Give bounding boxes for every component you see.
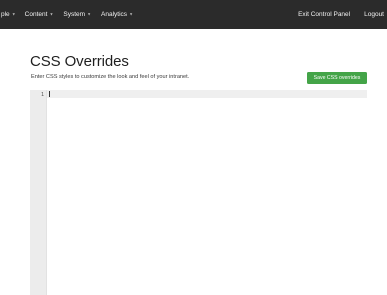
chevron-down-icon: ▼ bbox=[129, 11, 134, 17]
nav-item-label: System bbox=[63, 11, 86, 18]
page-description: Enter CSS styles to customize the look a… bbox=[31, 74, 190, 80]
page-title: CSS Overrides bbox=[30, 53, 129, 70]
exit-control-panel-link[interactable]: Exit Control Panel bbox=[298, 0, 350, 29]
logout-link[interactable]: Logout bbox=[364, 0, 384, 29]
main-menu: ple ▼ Content ▼ System ▼ Analytics ▼ bbox=[0, 0, 133, 29]
chevron-down-icon: ▼ bbox=[11, 11, 16, 17]
nav-item-label: Content bbox=[24, 11, 48, 18]
line-number-gutter: 1 bbox=[30, 90, 47, 295]
code-input-area[interactable] bbox=[47, 90, 367, 295]
nav-item-label: Analytics bbox=[101, 11, 128, 18]
chevron-down-icon: ▼ bbox=[49, 11, 54, 17]
save-css-overrides-button[interactable]: Save CSS overrides bbox=[307, 72, 367, 84]
nav-item-label: ple bbox=[1, 11, 10, 18]
nav-item-system[interactable]: System ▼ bbox=[63, 0, 91, 29]
account-menu: Exit Control Panel Logout bbox=[298, 0, 384, 29]
nav-item-content[interactable]: Content ▼ bbox=[25, 0, 54, 29]
text-cursor bbox=[49, 91, 50, 97]
nav-item-analytics[interactable]: Analytics ▼ bbox=[101, 0, 133, 29]
top-navigation-bar: ple ▼ Content ▼ System ▼ Analytics ▼ Exi… bbox=[0, 0, 387, 29]
chevron-down-icon: ▼ bbox=[87, 11, 92, 17]
line-number: 1 bbox=[40, 92, 44, 98]
css-code-editor[interactable]: 1 bbox=[30, 90, 367, 295]
nav-item-people[interactable]: ple ▼ bbox=[1, 0, 16, 29]
